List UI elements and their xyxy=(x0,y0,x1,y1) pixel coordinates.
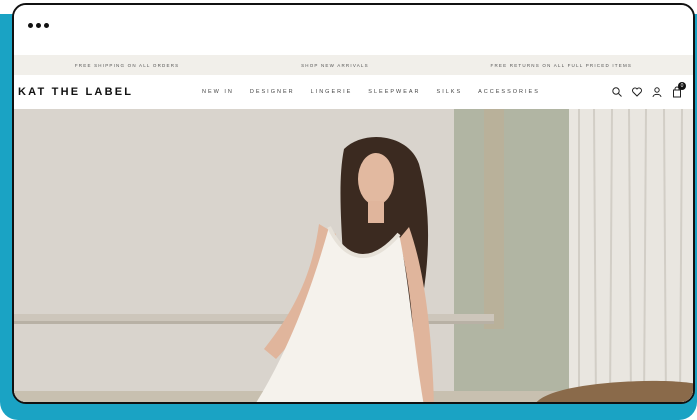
main-nav: NEW IN DESIGNER LINGERIE SLEEPWEAR SILKS… xyxy=(202,89,540,95)
site-header: KAT THE LABEL NEW IN DESIGNER LINGERIE S… xyxy=(14,75,693,110)
ellipsis-icon[interactable] xyxy=(28,23,49,28)
nav-item-accessories[interactable]: ACCESSORIES xyxy=(478,89,540,95)
cart-icon[interactable]: 0 xyxy=(671,82,686,98)
title-bar xyxy=(14,5,693,55)
nav-item-designer[interactable]: DESIGNER xyxy=(250,89,295,95)
hero-model-photo[interactable] xyxy=(14,109,693,402)
nav-item-sleepwear[interactable]: SLEEPWEAR xyxy=(368,89,420,95)
brand-logo[interactable]: KAT THE LABEL xyxy=(18,86,133,98)
header-icons: 0 xyxy=(611,82,686,98)
search-icon[interactable] xyxy=(611,85,623,97)
heart-icon[interactable] xyxy=(631,85,643,97)
nav-item-lingerie[interactable]: LINGERIE xyxy=(311,89,353,95)
cart-count-badge: 0 xyxy=(678,82,686,90)
browser-window: FREE SHIPPING ON ALL ORDERS SHOP NEW ARR… xyxy=(12,3,695,404)
nav-item-silks[interactable]: SILKS xyxy=(437,89,463,95)
announcement-item[interactable]: SHOP NEW ARRIVALS xyxy=(301,63,369,68)
announcement-item[interactable]: FREE SHIPPING ON ALL ORDERS xyxy=(75,63,180,68)
account-icon[interactable] xyxy=(651,85,663,98)
announcement-item[interactable]: FREE RETURNS ON ALL FULL PRICED ITEMS xyxy=(491,63,633,68)
nav-item-new-in[interactable]: NEW IN xyxy=(202,89,234,95)
announcement-bar: FREE SHIPPING ON ALL ORDERS SHOP NEW ARR… xyxy=(14,55,693,75)
hero-illustration xyxy=(14,109,693,402)
